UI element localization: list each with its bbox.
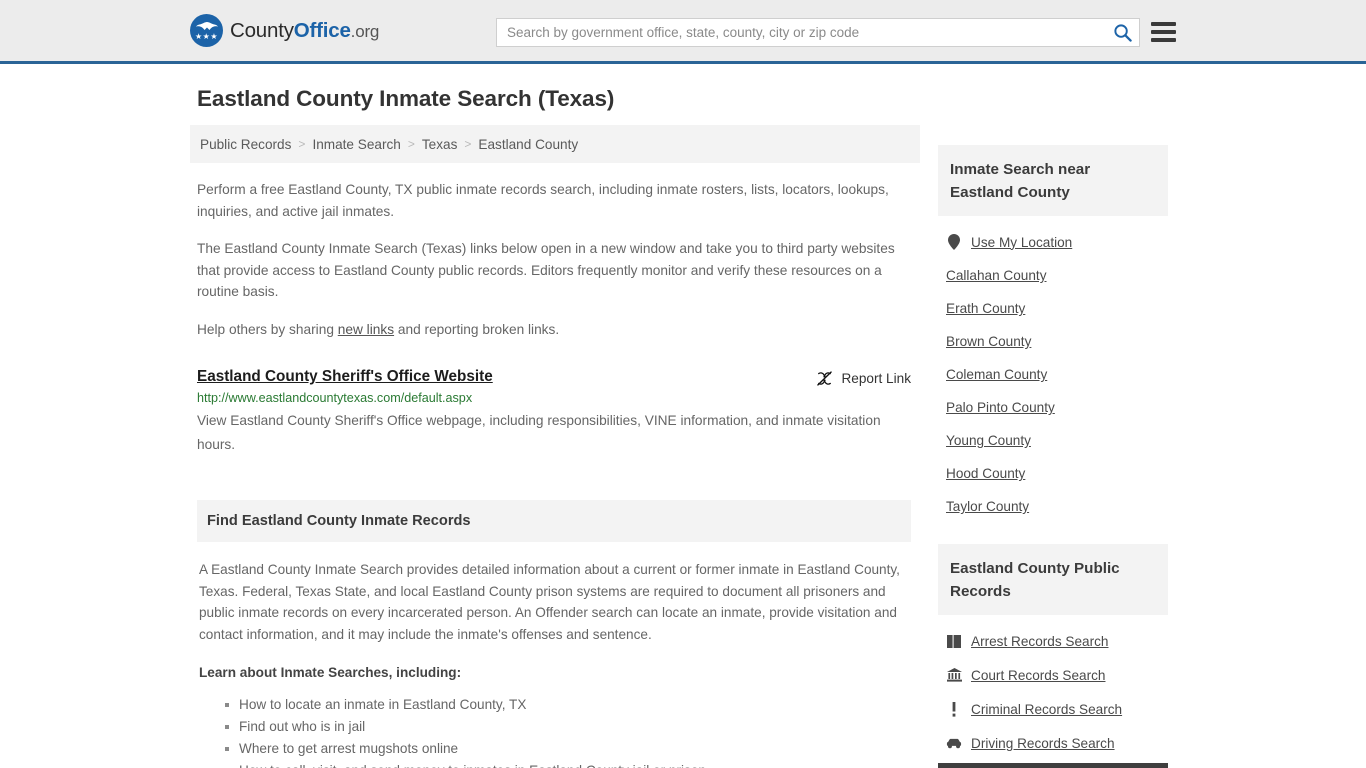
fingerprint-card-icon: [946, 633, 962, 649]
sidebar-link-label[interactable]: Brown County: [946, 334, 1031, 349]
breadcrumb-item-texas[interactable]: Texas: [422, 137, 458, 152]
intro-paragraph-2: The Eastland County Inmate Search (Texas…: [197, 241, 895, 299]
report-link-button[interactable]: Report Link: [816, 370, 911, 387]
sidebar-item-use-my-location[interactable]: Use My Location: [938, 228, 1168, 256]
sidebar-link-label[interactable]: Young County: [946, 433, 1031, 448]
page-container: Eastland County Inmate Search (Texas) Pu…: [0, 86, 1366, 768]
result-title-link[interactable]: Eastland County Sheriff's Office Website: [197, 368, 493, 386]
brand-part-county: County: [230, 18, 294, 42]
brand-wordmark: CountyOffice.org: [230, 19, 379, 43]
public-records-card-heading: Eastland County Public Records: [938, 544, 1168, 615]
report-link-label: Report Link: [841, 371, 911, 386]
map-pin-icon: [946, 234, 962, 250]
eagle-shield-logo-icon: ★★★: [190, 14, 223, 47]
breadcrumb-item-public-records[interactable]: Public Records: [200, 137, 291, 152]
learn-heading: Learn about Inmate Searches, including:: [199, 665, 462, 680]
records-panel: Find Eastland County Inmate Records A Ea…: [197, 500, 911, 768]
main-content: Public Records > Inmate Search > Texas >…: [190, 125, 920, 768]
sidebar-item-arrest-records-search[interactable]: Arrest Records Search: [938, 627, 1168, 655]
breadcrumb: Public Records > Inmate Search > Texas >…: [190, 125, 920, 163]
result-item: Eastland County Sheriff's Office Website…: [197, 368, 911, 457]
brand-part-tld: .org: [350, 21, 380, 41]
sidebar-link-label[interactable]: Coleman County: [946, 367, 1047, 382]
share-text-before: Help others by sharing: [197, 321, 338, 337]
list-item: Where to get arrest mugshots online: [225, 738, 909, 760]
site-header: ★★★ CountyOffice.org: [0, 0, 1366, 64]
sidebar-item-coleman-county[interactable]: Coleman County: [938, 361, 1168, 388]
car-icon: [946, 735, 962, 751]
nearby-card-heading: Inmate Search near Eastland County: [938, 145, 1168, 216]
search-button[interactable]: [1105, 19, 1139, 46]
sidebar-item-young-county[interactable]: Young County: [938, 427, 1168, 454]
search-icon: [1113, 24, 1132, 42]
breadcrumb-separator-icon: >: [298, 137, 306, 151]
sidebar-item-palo-pinto-county[interactable]: Palo Pinto County: [938, 394, 1168, 421]
sidebar-item-taylor-county[interactable]: Taylor County: [938, 493, 1168, 520]
sidebar-link-label[interactable]: Hood County: [946, 466, 1025, 481]
breadcrumb-separator-icon: >: [407, 137, 415, 151]
sidebar-item-hood-county[interactable]: Hood County: [938, 460, 1168, 487]
sidebar-link-label[interactable]: Taylor County: [946, 499, 1029, 514]
share-text-after: and reporting broken links.: [394, 321, 560, 337]
records-panel-paragraph: A Eastland County Inmate Search provides…: [199, 562, 900, 642]
sidebar-item-brown-county[interactable]: Brown County: [938, 328, 1168, 355]
sidebar: Inmate Search near Eastland County Use M…: [938, 125, 1168, 768]
intro-paragraph-1: Perform a free Eastland County, TX publi…: [197, 182, 889, 219]
breadcrumb-separator-icon: >: [464, 137, 472, 151]
page-title: Eastland County Inmate Search (Texas): [197, 86, 615, 111]
new-links-link[interactable]: new links: [338, 322, 394, 337]
sidebar-item-inmate-search[interactable]: Inmate Search: [938, 763, 1168, 768]
sidebar-link-label[interactable]: Arrest Records Search: [971, 634, 1109, 649]
list-item: How to call, visit, and send money to in…: [239, 760, 909, 768]
sidebar-item-erath-county[interactable]: Erath County: [938, 295, 1168, 322]
sidebar-item-driving-records-search[interactable]: Driving Records Search: [938, 729, 1168, 757]
exclamation-icon: [946, 701, 962, 717]
list-item: How to locate an inmate in Eastland Coun…: [225, 694, 909, 716]
result-description: View Eastland County Sheriff's Office we…: [197, 413, 881, 452]
search-input[interactable]: [497, 19, 1105, 46]
learn-list: How to locate an inmate in Eastland Coun…: [199, 694, 909, 768]
breadcrumb-item-inmate-search[interactable]: Inmate Search: [312, 137, 400, 152]
site-logo[interactable]: ★★★ CountyOffice.org: [190, 14, 379, 47]
records-panel-heading: Find Eastland County Inmate Records: [197, 500, 911, 542]
sidebar-link-label[interactable]: Callahan County: [946, 268, 1047, 283]
breadcrumb-item-eastland-county[interactable]: Eastland County: [478, 137, 578, 152]
sidebar-link-label[interactable]: Palo Pinto County: [946, 400, 1055, 415]
nearby-inmate-search-card: Inmate Search near Eastland County Use M…: [938, 145, 1168, 520]
courthouse-icon: [946, 667, 962, 683]
list-item: Find out who is in jail: [225, 716, 909, 738]
sidebar-link-label[interactable]: Use My Location: [971, 235, 1072, 250]
sidebar-item-criminal-records-search[interactable]: Criminal Records Search: [938, 695, 1168, 723]
broken-link-icon: [817, 371, 833, 386]
public-records-card: Eastland County Public Records Arrest Re…: [938, 544, 1168, 768]
result-url[interactable]: http://www.eastlandcountytexas.com/defau…: [197, 391, 911, 405]
logo-stars: ★★★: [194, 32, 218, 41]
sidebar-link-label[interactable]: Court Records Search: [971, 668, 1105, 683]
sidebar-link-label[interactable]: Driving Records Search: [971, 736, 1115, 751]
sidebar-link-label[interactable]: Erath County: [946, 301, 1025, 316]
sidebar-item-court-records-search[interactable]: Court Records Search: [938, 661, 1168, 689]
sidebar-link-label[interactable]: Criminal Records Search: [971, 702, 1122, 717]
brand-part-office: Office: [293, 18, 351, 42]
search-bar[interactable]: [496, 18, 1140, 47]
sidebar-item-callahan-county[interactable]: Callahan County: [938, 262, 1168, 289]
intro-paragraph-3: Help others by sharing new links and rep…: [197, 319, 911, 341]
hamburger-menu-icon[interactable]: [1151, 20, 1176, 44]
